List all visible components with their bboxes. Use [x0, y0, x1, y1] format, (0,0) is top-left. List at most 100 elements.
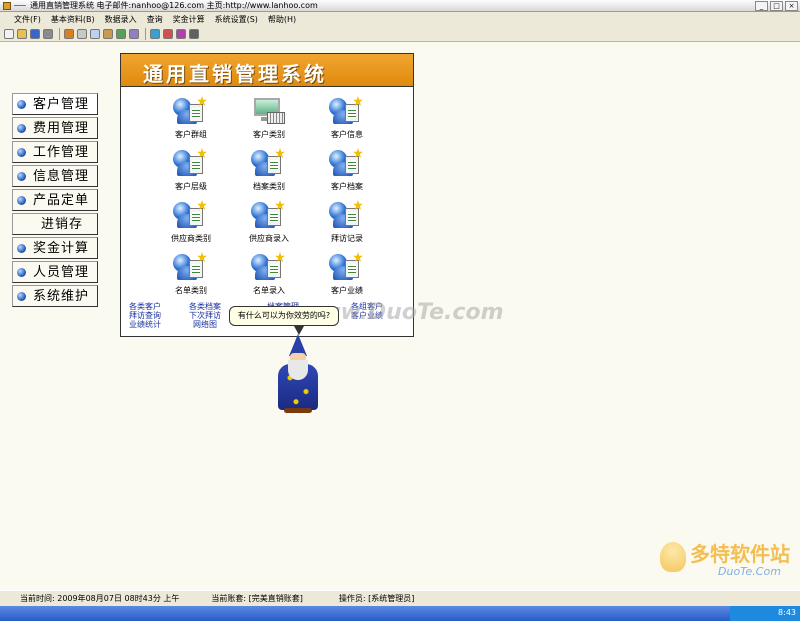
- paste-icon[interactable]: [103, 28, 113, 39]
- menu-query[interactable]: 查询: [147, 14, 163, 25]
- title-divider: [14, 5, 26, 6]
- nav-customer-management[interactable]: 客户管理: [12, 93, 98, 115]
- panel-item-label: 拜访记录: [331, 234, 363, 243]
- find-icon[interactable]: [116, 28, 126, 39]
- menu-file[interactable]: 文件(F): [14, 14, 41, 25]
- minimize-button[interactable]: _: [755, 1, 768, 11]
- panel-item-label: 客户信息: [331, 130, 363, 139]
- window-title: 通用直销管理系统 电子邮件:nanhoo@126.com 主页:http://w…: [30, 1, 318, 10]
- menu-system-settings[interactable]: 系统设置(S): [215, 14, 258, 25]
- nav-label: 产品定单: [33, 193, 90, 208]
- bullet-icon: [17, 244, 26, 253]
- status-account: 当前账套: [完美直销账套]: [211, 594, 303, 603]
- help-icon[interactable]: [176, 28, 186, 39]
- new-icon[interactable]: [4, 28, 14, 39]
- computer-icon: [251, 96, 287, 126]
- link-all-customers[interactable]: 各类客户: [129, 302, 161, 311]
- link-all-archives[interactable]: 各类档案: [189, 302, 221, 311]
- mascot-icon: [660, 542, 686, 572]
- nav-label: 费用管理: [33, 121, 90, 136]
- app-icon: [3, 2, 11, 10]
- bullet-icon: [17, 100, 26, 109]
- menu-data-entry[interactable]: 数据录入: [105, 14, 137, 25]
- main-client-area: 客户管理 费用管理 工作管理 信息管理 产品定单 进销存 奖金计算 人员管理 系…: [0, 42, 800, 590]
- panel-item[interactable]: 拜访记录: [317, 200, 377, 244]
- wizard-assistant-icon[interactable]: [270, 334, 326, 414]
- people-doc-icon: [251, 148, 287, 178]
- nav-work-management[interactable]: 工作管理: [12, 141, 98, 163]
- status-operator: 操作员: [系统管理员]: [338, 594, 415, 603]
- cut-icon[interactable]: [77, 28, 87, 39]
- panel-item[interactable]: 名单类别: [161, 252, 221, 296]
- panel-title: 通用直销管理系统: [143, 62, 327, 86]
- panel-item[interactable]: 客户业绩: [317, 252, 377, 296]
- people-doc-icon: [329, 200, 365, 230]
- nav-system-maintenance[interactable]: 系统维护: [12, 285, 98, 307]
- edit-icon[interactable]: [64, 28, 74, 39]
- panel-item[interactable]: 供应商类别: [161, 200, 221, 244]
- people-doc-icon: [329, 252, 365, 282]
- calc-icon[interactable]: [129, 28, 139, 39]
- exit-icon[interactable]: [189, 28, 199, 39]
- panel-item[interactable]: 名单录入: [239, 252, 299, 296]
- maximize-button[interactable]: □: [770, 1, 783, 11]
- nav-expense-management[interactable]: 费用管理: [12, 117, 98, 139]
- panel-item-label: 客户类别: [253, 130, 285, 139]
- link-performance-stats[interactable]: 业绩统计: [129, 320, 161, 329]
- bullet-icon: [17, 124, 26, 133]
- people-doc-icon: [173, 200, 209, 230]
- bullet-icon: [17, 292, 26, 301]
- menu-basic-data[interactable]: 基本资料(B): [51, 14, 95, 25]
- open-icon[interactable]: [17, 28, 27, 39]
- panel-item-label: 客户群组: [175, 130, 207, 139]
- save-icon[interactable]: [30, 28, 40, 39]
- user-icon[interactable]: [163, 28, 173, 39]
- people-doc-icon: [173, 96, 209, 126]
- panel-item-label: 名单类别: [175, 286, 207, 295]
- nav-label: 系统维护: [33, 289, 90, 304]
- copy-icon[interactable]: [90, 28, 100, 39]
- nav-bonus-calc[interactable]: 奖金计算: [12, 237, 98, 259]
- bullet-icon: [17, 196, 26, 205]
- bullet-icon: [17, 148, 26, 157]
- nav-staff-management[interactable]: 人员管理: [12, 261, 98, 283]
- corner-watermark-sub: DuoTe.Com: [718, 565, 781, 578]
- panel-item-label: 档案类别: [253, 182, 285, 191]
- corner-watermark-logo: 多特软件站 DuoTe.Com: [660, 538, 795, 588]
- nav-inventory[interactable]: 进销存: [12, 213, 98, 235]
- panel-item[interactable]: 客户档案: [317, 148, 377, 192]
- nav-label: 客户管理: [33, 97, 90, 112]
- link-next-visit[interactable]: 下次拜访: [189, 311, 221, 320]
- nav-label: 进销存: [41, 217, 84, 232]
- panel-item-label: 名单录入: [253, 286, 285, 295]
- link-network-chart[interactable]: 网络图: [193, 320, 217, 329]
- toolbar-separator: [59, 27, 60, 40]
- bullet-icon: [17, 172, 26, 181]
- panel-item[interactable]: 客户类别: [239, 96, 299, 140]
- panel-item[interactable]: 客户信息: [317, 96, 377, 140]
- taskbar: 8:43: [0, 606, 800, 621]
- menu-help[interactable]: 帮助(H): [268, 14, 296, 25]
- panel-item-label: 客户档案: [331, 182, 363, 191]
- customer-panel: 通用直销管理系统 各类客户 各类档案 档案管理 各组客户 拜访查询 下次拜访 客…: [120, 53, 414, 337]
- title-bar: 通用直销管理系统 电子邮件:nanhoo@126.com 主页:http://w…: [0, 0, 800, 12]
- panel-item[interactable]: 客户层级: [161, 148, 221, 192]
- link-visit-query[interactable]: 拜访查询: [129, 311, 161, 320]
- panel-item[interactable]: 档案类别: [239, 148, 299, 192]
- menu-bonus-calc[interactable]: 奖金计算: [173, 14, 205, 25]
- globe-icon[interactable]: [150, 28, 160, 39]
- nav-product-orders[interactable]: 产品定单: [12, 189, 98, 211]
- toolbar: [0, 26, 800, 42]
- nav-info-management[interactable]: 信息管理: [12, 165, 98, 187]
- status-time: 当前时间: 2009年08月07日 08时43分 上午: [20, 594, 180, 603]
- panel-item[interactable]: 客户群组: [161, 96, 221, 140]
- system-tray: 8:43: [730, 606, 800, 621]
- people-doc-icon: [329, 96, 365, 126]
- print-icon[interactable]: [43, 28, 53, 39]
- panel-item[interactable]: 供应商录入: [239, 200, 299, 244]
- wizard-feet: [284, 408, 312, 413]
- side-nav: 客户管理 费用管理 工作管理 信息管理 产品定单 进销存 奖金计算 人员管理 系…: [12, 93, 98, 309]
- close-button[interactable]: ×: [785, 1, 798, 11]
- nav-label: 工作管理: [33, 145, 90, 160]
- tray-clock: 8:43: [778, 608, 796, 617]
